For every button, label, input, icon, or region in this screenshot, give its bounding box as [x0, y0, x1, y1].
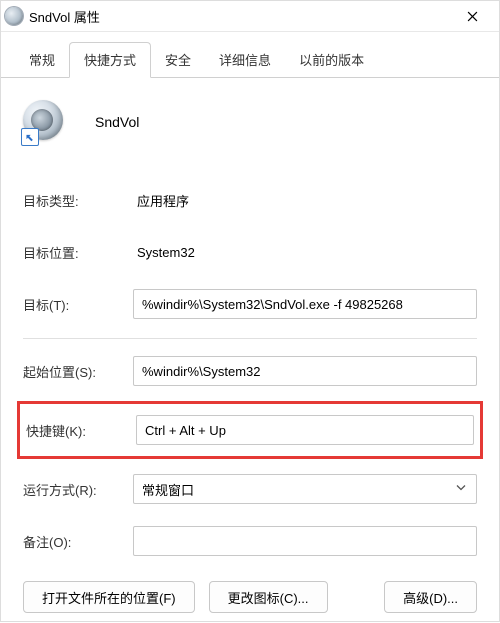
value-target-type: 应用程序	[133, 191, 477, 210]
comment-input[interactable]	[133, 526, 477, 556]
run-select[interactable]	[133, 474, 477, 504]
tab-general[interactable]: 常规	[15, 43, 69, 77]
properties-window: SndVol 属性 常规 快捷方式 安全 详细信息 以前的版本 SndVol 目…	[0, 0, 500, 622]
label-target: 目标(T):	[23, 295, 133, 314]
label-target-location: 目标位置:	[23, 243, 133, 262]
row-target-location: 目标位置: System32	[23, 226, 477, 278]
app-icon-small	[5, 7, 23, 25]
label-target-type: 目标类型:	[23, 191, 133, 210]
button-row: 打开文件所在的位置(F) 更改图标(C)... 高级(D)...	[23, 567, 477, 613]
row-run: 运行方式(R):	[23, 463, 477, 515]
row-target: 目标(T):	[23, 278, 477, 330]
open-file-location-button[interactable]: 打开文件所在的位置(F)	[23, 581, 195, 613]
app-name: SndVol	[95, 114, 139, 130]
tab-bar: 常规 快捷方式 安全 详细信息 以前的版本	[1, 32, 499, 78]
start-in-input[interactable]	[133, 356, 477, 386]
change-icon-button[interactable]: 更改图标(C)...	[209, 581, 328, 613]
row-target-type: 目标类型: 应用程序	[23, 174, 477, 226]
app-icon	[23, 100, 67, 144]
close-icon	[467, 11, 478, 22]
row-comment: 备注(O):	[23, 515, 477, 567]
row-shortcut-key: 快捷键(K):	[26, 412, 474, 448]
shortcut-key-highlight: 快捷键(K):	[17, 401, 483, 459]
label-shortcut-key: 快捷键(K):	[26, 421, 136, 440]
label-start-in: 起始位置(S):	[23, 362, 133, 381]
advanced-button[interactable]: 高级(D)...	[384, 581, 477, 613]
titlebar: SndVol 属性	[1, 1, 499, 32]
close-button[interactable]	[449, 1, 495, 31]
target-input[interactable]	[133, 289, 477, 319]
tab-security[interactable]: 安全	[151, 43, 205, 77]
tab-shortcut[interactable]: 快捷方式	[69, 42, 151, 78]
row-start-in: 起始位置(S):	[23, 345, 477, 397]
shortcut-overlay-icon	[21, 128, 39, 146]
shortcut-panel: SndVol 目标类型: 应用程序 目标位置: System32 目标(T): …	[1, 78, 499, 623]
label-comment: 备注(O):	[23, 532, 133, 551]
app-header: SndVol	[23, 100, 477, 144]
value-target-location: System32	[133, 245, 477, 260]
divider	[23, 338, 477, 339]
tab-details[interactable]: 详细信息	[205, 43, 285, 77]
window-title: SndVol 属性	[29, 7, 449, 26]
label-run: 运行方式(R):	[23, 480, 133, 499]
tab-previous-versions[interactable]: 以前的版本	[285, 43, 378, 77]
shortcut-key-input[interactable]	[136, 415, 474, 445]
